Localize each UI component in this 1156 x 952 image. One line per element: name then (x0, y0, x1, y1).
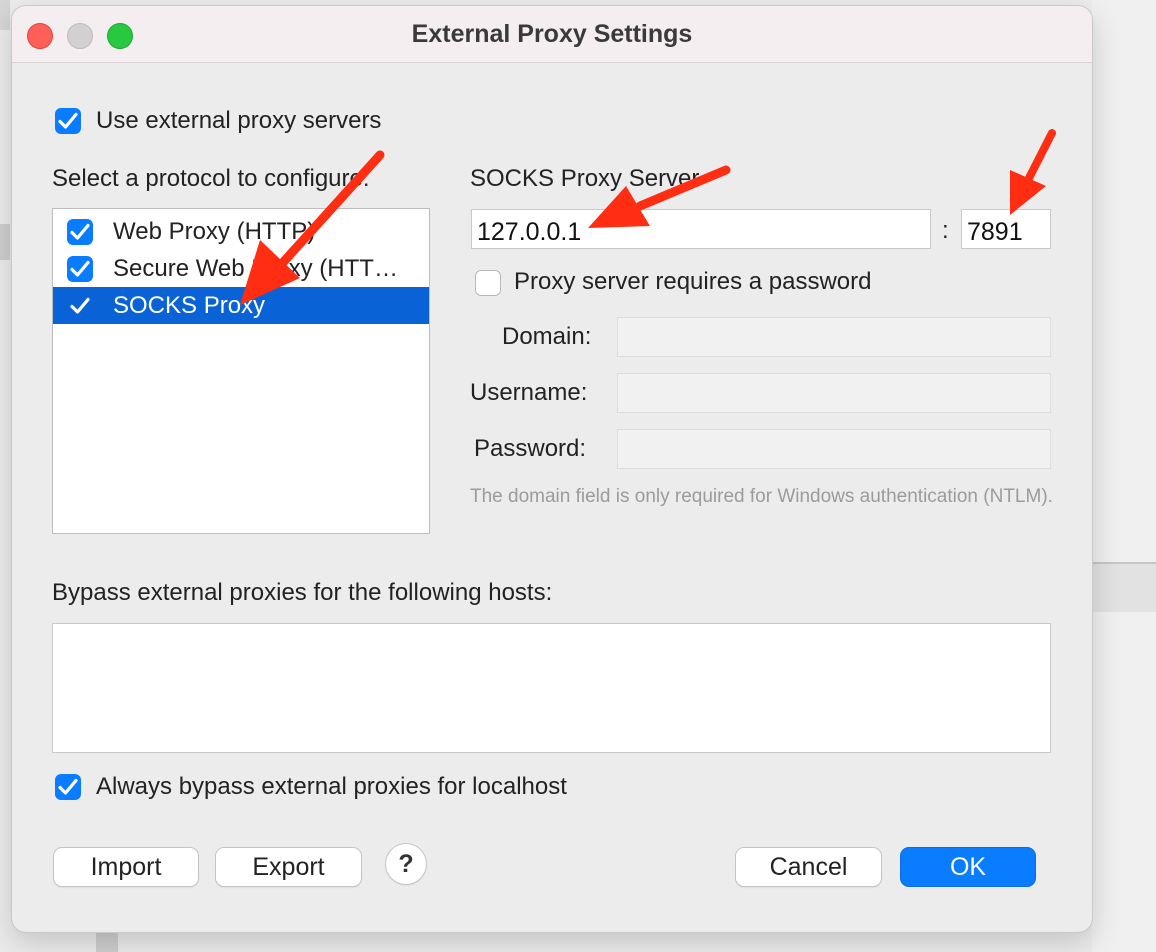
port-separator: : (942, 217, 949, 244)
requires-password-checkbox[interactable] (475, 270, 501, 296)
proxy-port-input[interactable] (961, 209, 1051, 249)
help-button[interactable]: ? (386, 844, 426, 884)
checkmark-icon (70, 297, 90, 314)
cancel-button[interactable]: Cancel (736, 848, 881, 886)
use-external-proxy-label: Use external proxy servers (96, 107, 382, 134)
socks-proxy-checkbox[interactable] (67, 293, 93, 319)
checkmark-icon (70, 260, 90, 277)
server-heading: SOCKS Proxy Server (470, 165, 700, 192)
checkmark-icon (70, 223, 90, 240)
title-bar: External Proxy Settings (12, 6, 1092, 63)
proxy-host-input[interactable] (471, 209, 931, 249)
list-item-label: SOCKS Proxy (113, 292, 266, 319)
use-external-proxy-checkbox[interactable] (55, 108, 81, 134)
username-field[interactable] (617, 373, 1051, 413)
password-field[interactable] (617, 429, 1051, 469)
background-window-edge (1092, 0, 1156, 952)
protocol-heading: Select a protocol to configure: (52, 165, 370, 192)
bypass-heading: Bypass external proxies for the followin… (52, 579, 553, 606)
background-divider (96, 932, 118, 952)
bypass-localhost-checkbox[interactable] (55, 774, 81, 800)
password-label: Password: (474, 435, 587, 462)
secure-web-proxy-checkbox[interactable] (67, 256, 93, 282)
list-item-label: Web Proxy (HTTP) (113, 218, 316, 245)
checkmark-icon (58, 112, 78, 129)
export-button[interactable]: Export (216, 848, 361, 886)
domain-label: Domain: (502, 323, 592, 350)
background-divider (0, 0, 10, 30)
list-item-socks-proxy[interactable]: SOCKS Proxy (53, 287, 429, 324)
requires-password-label: Proxy server requires a password (514, 268, 872, 295)
window-title: External Proxy Settings (411, 20, 693, 48)
ok-button[interactable]: OK (901, 848, 1035, 886)
username-label: Username: (470, 379, 588, 406)
web-proxy-checkbox[interactable] (67, 219, 93, 245)
proxy-settings-dialog: External Proxy Settings Use external pro… (12, 6, 1092, 932)
bypass-hosts-textarea[interactable] (52, 623, 1051, 753)
list-item-label: Secure Web Proxy (HTT… (113, 255, 398, 282)
domain-hint-text: The domain field is only required for Wi… (470, 486, 1053, 507)
import-button[interactable]: Import (54, 848, 198, 886)
list-item-secure-web-proxy[interactable]: Secure Web Proxy (HTT… (53, 250, 429, 287)
list-item-web-proxy[interactable]: Web Proxy (HTTP) (53, 213, 429, 250)
checkmark-icon (58, 778, 78, 795)
domain-field[interactable] (617, 317, 1051, 357)
background-panel (1092, 564, 1156, 612)
background-divider (0, 224, 10, 260)
bypass-localhost-label: Always bypass external proxies for local… (96, 773, 567, 800)
protocol-list[interactable]: Web Proxy (HTTP) Secure Web Proxy (HTT… … (52, 208, 430, 534)
